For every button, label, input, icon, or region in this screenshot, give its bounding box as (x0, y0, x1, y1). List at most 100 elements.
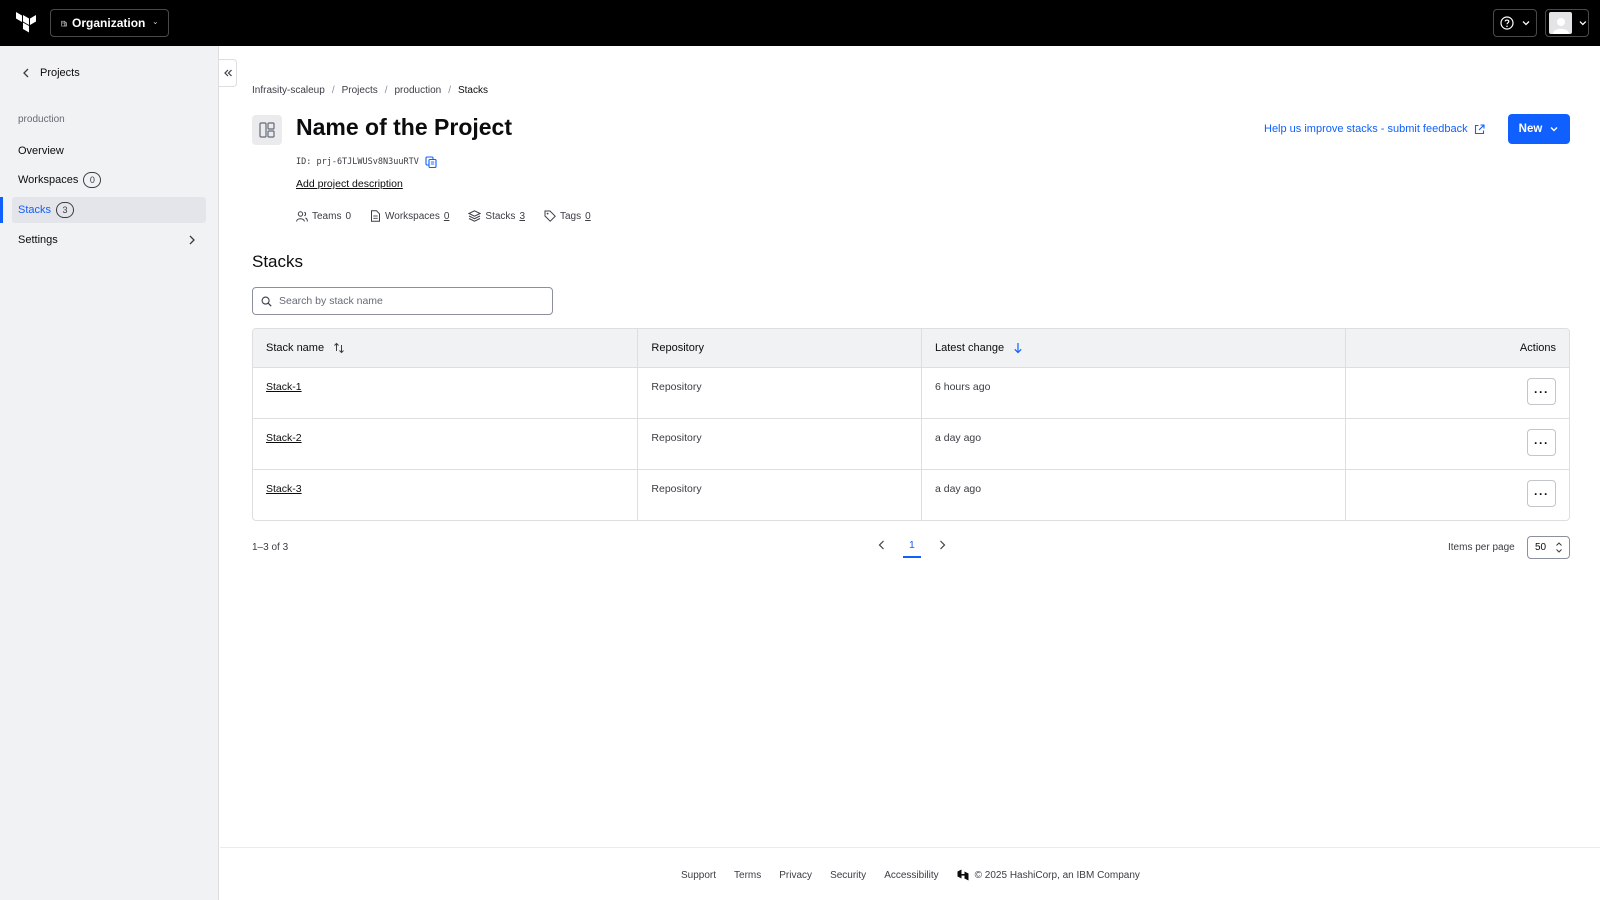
meta-stacks-count-link[interactable]: 3 (519, 211, 525, 222)
row-actions-button[interactable]: ··· (1527, 480, 1556, 507)
arrow-down-icon[interactable] (1013, 342, 1023, 354)
file-icon (371, 210, 381, 222)
sidebar-item-stacks[interactable]: Stacks 3 (0, 197, 206, 223)
actions-cell: ··· (1345, 368, 1569, 418)
help-circle-icon (1499, 16, 1514, 30)
sidebar-item-label: Settings (18, 234, 58, 246)
meta-tags-count-link[interactable]: 0 (585, 211, 591, 222)
pagination-range: 1–3 of 3 (252, 542, 289, 553)
add-project-description-link[interactable]: Add project description (296, 178, 403, 190)
breadcrumb-item-project[interactable]: production (395, 85, 442, 96)
footer-link-privacy[interactable]: Privacy (779, 870, 812, 881)
latest-change-cell: 6 hours ago (920, 368, 1345, 418)
actions-cell: ··· (1345, 470, 1569, 520)
project-icon (252, 115, 282, 145)
row-actions-button[interactable]: ··· (1527, 378, 1556, 405)
chevron-down-icon (1550, 127, 1558, 132)
hashicorp-logo-icon (957, 869, 969, 881)
search-input[interactable] (279, 295, 539, 307)
stack-name-link[interactable]: Stack-1 (266, 381, 302, 393)
column-header-label: Actions (1519, 342, 1556, 354)
layout-panels-icon (259, 122, 275, 138)
breadcrumb-item-organization[interactable]: Infrasity-scaleup (252, 85, 325, 96)
sidebar-item-overview[interactable]: Overview (12, 138, 206, 164)
latest-change-cell: a day ago (920, 470, 1345, 520)
select-updown-icon (1556, 542, 1562, 553)
meta-stacks-label: Stacks (485, 210, 516, 222)
new-button[interactable]: New (1508, 114, 1570, 144)
previous-page-button[interactable] (876, 538, 886, 552)
column-header-label: Stack name (266, 342, 325, 354)
chevron-left-icon (878, 540, 884, 550)
breadcrumb-separator: / (384, 85, 388, 96)
latest-change-text: a day ago (934, 483, 982, 495)
column-header-label: Repository (651, 342, 704, 354)
sort-arrows-icon[interactable] (333, 342, 345, 354)
stack-search-field[interactable] (252, 287, 553, 315)
sidebar-item-label: Stacks (18, 204, 52, 216)
latest-change-cell: a day ago (920, 419, 1345, 469)
breadcrumb-item-projects[interactable]: Projects (342, 85, 378, 96)
back-link-label: Projects (40, 67, 80, 79)
project-meta-row: Teams 0 Workspaces 0 Stacks 3 Tags 0 (296, 210, 591, 222)
sidebar-item-settings[interactable]: Settings (12, 227, 206, 253)
meta-workspaces: Workspaces 0 (370, 210, 449, 222)
terraform-logo-icon[interactable] (16, 12, 38, 34)
sidebar-heading: production (18, 114, 65, 125)
count-badge: 0 (83, 172, 102, 188)
organization-label: Organization (72, 16, 146, 30)
footer-link-support[interactable]: Support (681, 870, 716, 881)
chevron-down-icon (154, 22, 158, 25)
meta-tags-label: Tags (560, 210, 582, 222)
project-id: ID: prj-6TJLWUSv8N3uuRTV (296, 156, 437, 168)
copyright: © 2025 HashiCorp, an IBM Company (957, 869, 1140, 881)
count-badge: 3 (56, 202, 75, 218)
stack-name-link[interactable]: Stack-2 (266, 432, 302, 444)
stack-name-link[interactable]: Stack-3 (266, 483, 302, 495)
sidebar-item-label: Workspaces (18, 174, 79, 186)
repository-text: Repository (651, 432, 702, 444)
user-menu-button[interactable] (1545, 9, 1589, 37)
avatar (1549, 12, 1573, 34)
sidebar-item-label: Overview (18, 145, 64, 157)
footer-link-accessibility[interactable]: Accessibility (884, 870, 938, 881)
sidebar: Projects production Overview Workspaces … (0, 46, 219, 900)
external-link-icon (1474, 123, 1485, 134)
building-icon (61, 20, 67, 26)
meta-stacks: Stacks 3 (468, 210, 525, 222)
breadcrumb-item-current: Stacks (457, 85, 488, 96)
items-per-page-select[interactable]: 50 (1527, 536, 1570, 559)
repository-cell: Repository (637, 368, 921, 418)
back-to-projects-link[interactable]: Projects (22, 67, 80, 79)
user-silhouette-icon (1552, 18, 1569, 34)
table-row: Stack-2 Repository a day ago ··· (253, 418, 1569, 469)
footer-link-security[interactable]: Security (830, 870, 866, 881)
chevron-down-icon (1579, 21, 1587, 26)
copy-icon[interactable] (425, 156, 437, 168)
submit-feedback-link[interactable]: Help us improve stacks - submit feedback (1264, 123, 1485, 135)
footer-link-terms[interactable]: Terms (734, 870, 761, 881)
repository-text: Repository (651, 381, 702, 393)
repository-cell: Repository (637, 470, 921, 520)
page-number-current[interactable]: 1 (903, 539, 921, 558)
organization-switcher-button[interactable]: Organization (50, 9, 169, 37)
column-header-latest-change: Latest change (920, 329, 1345, 367)
table-row: Stack-3 Repository a day ago ··· (253, 469, 1569, 520)
column-header-repository: Repository (637, 329, 921, 367)
stacks-section-title: Stacks (252, 252, 304, 271)
stack-name-cell: Stack-2 (253, 419, 637, 469)
repository-cell: Repository (637, 419, 921, 469)
help-menu-button[interactable] (1493, 9, 1537, 37)
search-icon (261, 296, 272, 307)
row-actions-button[interactable]: ··· (1527, 429, 1556, 456)
next-page-button[interactable] (938, 538, 948, 552)
meta-teams-label: Teams (312, 210, 342, 222)
sidebar-item-workspaces[interactable]: Workspaces 0 (12, 167, 206, 193)
copyright-text: © 2025 HashiCorp, an IBM Company (974, 869, 1140, 881)
footer: Support Terms Privacy Security Accessibi… (681, 869, 1140, 881)
layers-icon (468, 210, 482, 222)
collapse-sidebar-button[interactable] (219, 59, 237, 87)
meta-workspaces-count-link[interactable]: 0 (444, 211, 450, 222)
chevron-down-icon (1522, 21, 1529, 26)
chevron-right-icon (189, 235, 195, 245)
